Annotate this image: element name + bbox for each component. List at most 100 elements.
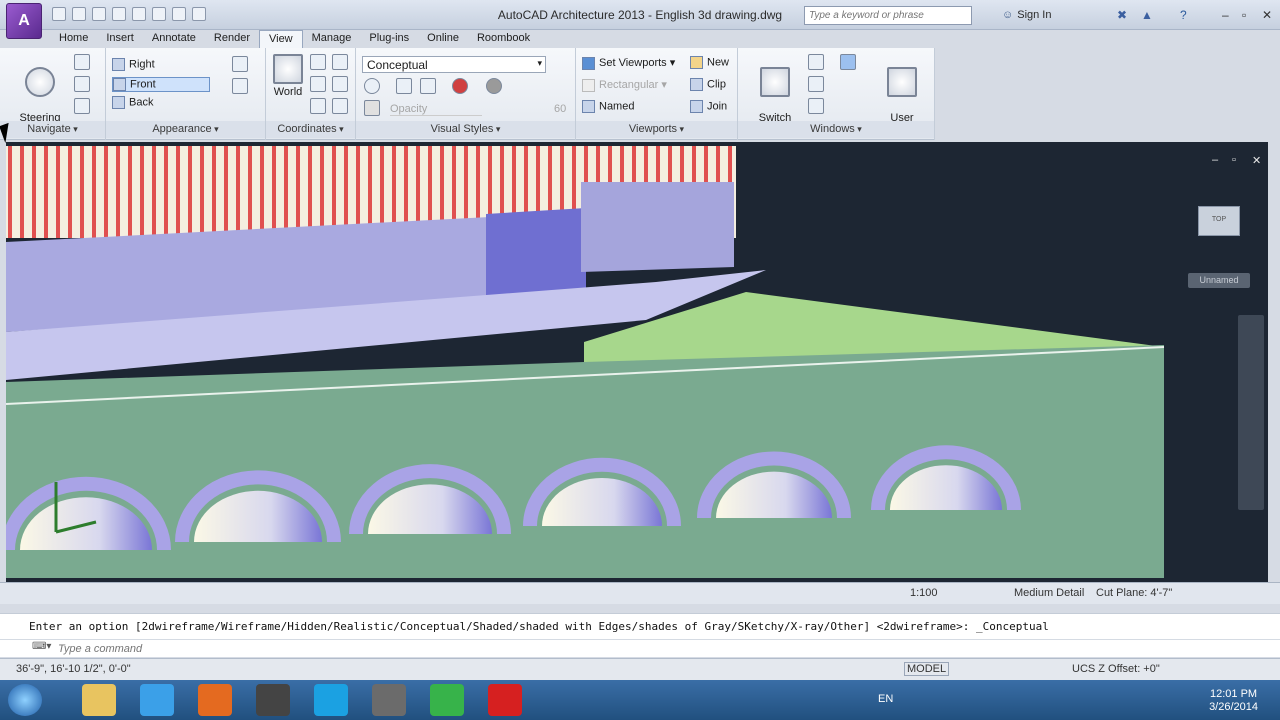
clock-time: 12:01 PM [1209,688,1258,700]
ucs-icon[interactable] [310,54,326,70]
ucs-y-icon[interactable] [332,76,348,92]
model-button[interactable]: MODEL [904,662,950,676]
close-icon[interactable]: ✕ [1262,8,1272,22]
drawing-status-bar: 1:100 Medium Detail Cut Plane: 4'-7" [0,582,1280,604]
navigation-icon[interactable] [232,78,248,94]
viewport-close-icon[interactable]: ✕ [1252,154,1261,167]
media-icon[interactable] [140,684,174,716]
view-right[interactable]: Right [112,58,155,71]
autodesk-icon[interactable]: ▲ [1141,8,1153,22]
detail-dropdown[interactable]: Medium Detail [1014,587,1084,599]
ucs-world-icon [273,54,303,84]
minimize-icon[interactable]: – [1222,8,1229,22]
scale-dropdown[interactable]: 1:100 [910,587,938,599]
pan-icon[interactable] [74,54,90,70]
cut-plane[interactable]: Cut Plane: 4'-7" [1096,587,1172,599]
windows-panel: Switch Windows User Interface Windows [738,48,935,140]
ribbon: Steering Wheels Navigate Right Front Bac… [0,48,935,140]
command-line: ⌨▾ [0,639,1280,657]
ucs-named-dropdown[interactable]: Unnamed [1188,273,1250,288]
cube-icon [112,96,125,109]
command-history: Enter an option [2dwireframe/Wireframe/H… [0,613,1280,639]
join-viewport-button[interactable]: Join [690,100,727,113]
orbit-icon[interactable] [74,76,90,92]
zoom-icon[interactable] [74,98,90,114]
ucs-view-icon[interactable] [310,98,326,114]
ucs-z-icon[interactable] [332,98,348,114]
view-back[interactable]: Back [112,96,153,109]
tab-home[interactable]: Home [50,30,97,48]
tile-vertical-icon[interactable] [808,76,824,92]
opacity-slider[interactable]: Opacity [390,103,482,116]
help-icon[interactable]: ? [1180,8,1187,22]
cascade-icon[interactable] [808,98,824,114]
ucs-offset[interactable]: UCS Z Offset: +0" [1072,663,1160,675]
tab-online[interactable]: Online [418,30,468,48]
set-viewports-button[interactable]: Set Viewports ▾ [582,56,675,70]
new-viewport-button[interactable]: New [690,56,729,69]
skype-icon[interactable] [314,684,348,716]
navigation-bar[interactable] [1238,315,1264,510]
edge-icon[interactable] [396,78,412,94]
dome [368,484,492,534]
zoom-extents-icon[interactable] [232,56,248,72]
title-bar: AutoCAD Architecture 2013 - English 3d d… [0,0,1280,30]
rectangular-button[interactable]: Rectangular ▾ [582,78,667,92]
tab-annotate[interactable]: Annotate [143,30,205,48]
join-icon [690,100,703,113]
drawing-viewport[interactable] [6,142,1268,582]
green-app-icon[interactable] [430,684,464,716]
view-front[interactable]: Front [112,77,210,92]
ucs-x-icon[interactable] [332,54,348,70]
autocad-icon[interactable] [372,684,406,716]
system-clock[interactable]: 12:01 PM 3/26/2014 [1209,688,1258,714]
viewports-panel: Set Viewports ▾ Rectangular ▾ Named New … [576,48,738,140]
tab-view[interactable]: View [258,30,303,48]
search-input[interactable] [804,6,972,25]
viewports-panel-label[interactable]: Viewports [576,121,737,138]
windows-taskbar: EN 12:01 PM 3/26/2014 [0,680,1280,720]
opacity-icon[interactable] [364,100,380,116]
viewport-restore-icon[interactable]: ▫ [1232,154,1236,166]
viewport-minimize-icon[interactable]: – [1212,154,1218,166]
coordinates-panel-label[interactable]: Coordinates [266,121,355,138]
ribbon-tabs: Home Insert Annotate Render View Manage … [50,30,539,48]
windows-panel-label[interactable]: Windows [738,121,934,138]
world-ucs-button[interactable]: World [270,54,306,99]
application-menu-button[interactable]: A [6,3,42,39]
recorder-icon[interactable] [488,684,522,716]
tile-horizontal-icon[interactable] [808,54,824,70]
tab-render[interactable]: Render [205,30,259,48]
command-input[interactable] [58,641,1208,657]
sign-in-button[interactable]: Sign In [1002,9,1051,21]
lighting-icon[interactable] [486,78,502,94]
firefox-icon[interactable] [198,684,232,716]
ucs-origin-icon[interactable] [310,76,326,92]
appearance-panel: Right Front Back Appearance [106,48,266,140]
tab-plug-ins[interactable]: Plug-ins [360,30,418,48]
media-player-icon[interactable] [256,684,290,716]
clip-viewport-button[interactable]: Clip [690,78,726,91]
user-interface-icon [887,67,917,97]
xray-icon[interactable] [364,78,380,94]
start-button[interactable] [8,684,42,716]
exchange-icon[interactable]: ✖ [1117,8,1127,22]
material-icon[interactable] [452,78,468,94]
visual-styles-panel-label[interactable]: Visual Styles [356,121,575,138]
domes-layer [6,445,1021,551]
tab-roombook[interactable]: Roombook [468,30,539,48]
tab-manage[interactable]: Manage [303,30,361,48]
named-icon [582,100,595,113]
restore-icon[interactable]: ▫ [1242,8,1246,22]
viewcube[interactable]: TOP [1198,206,1240,236]
visual-style-dropdown[interactable]: Conceptual [362,56,546,73]
tab-insert[interactable]: Insert [97,30,143,48]
clock-date: 3/26/2014 [1209,701,1258,713]
named-viewports-button[interactable]: Named [582,100,634,113]
navigate-panel-label[interactable]: Navigate [0,121,105,138]
language-indicator[interactable]: EN [878,693,893,705]
toolbars-icon[interactable] [840,54,856,70]
explorer-icon[interactable] [82,684,116,716]
appearance-panel-label[interactable]: Appearance [106,121,265,138]
shadow-icon[interactable] [420,78,436,94]
